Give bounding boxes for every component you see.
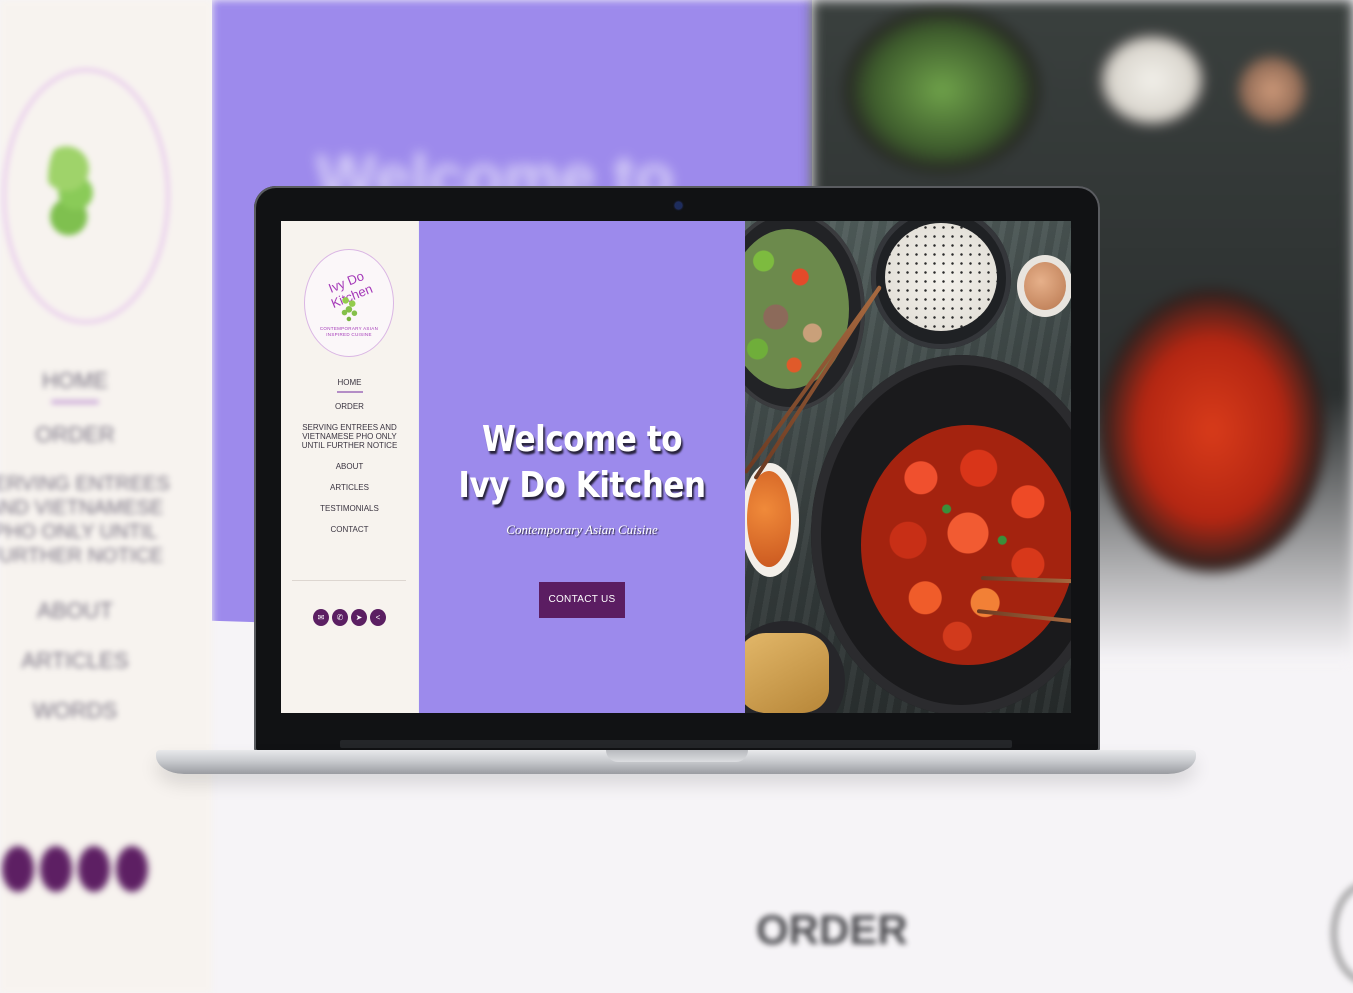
laptop-hinge [340, 740, 1012, 748]
background-nav-item: ABOUT [37, 598, 113, 623]
hero-food-photo [745, 221, 1071, 713]
nav-item-testimonials[interactable]: TESTIMONIALS [295, 504, 405, 513]
background-nav-item: WORDS [32, 698, 118, 723]
phone-icon[interactable]: ✆ [332, 609, 348, 626]
logo-tagline: CONTEMPORARY ASIAN INSPIRED CUISINE [319, 326, 379, 337]
background-logo-sprig [48, 140, 94, 236]
main-nav: HOME ORDER SERVING ENTREES AND VIETNAMES… [281, 378, 418, 546]
sauce-cup-image [1017, 255, 1071, 317]
nav-item-home[interactable]: HOME [295, 378, 405, 393]
nav-item-contact[interactable]: CONTACT [295, 525, 405, 534]
laptop-screen: Ivy Do Kitchen CONTEMPORARY ASIAN INSPIR… [281, 221, 1071, 713]
background-social-icons [2, 846, 148, 892]
location-icon[interactable]: ➤ [351, 609, 367, 626]
background-badge [1330, 880, 1353, 986]
site-logo[interactable]: Ivy Do Kitchen CONTEMPORARY ASIAN INSPIR… [304, 249, 394, 357]
nav-item-about[interactable]: ABOUT [295, 462, 405, 471]
background-nav-item: ORDER [35, 422, 115, 447]
contact-us-button[interactable]: CONTACT US [539, 582, 625, 618]
nav-item-articles[interactable]: ARTICLES [295, 483, 405, 492]
social-links: ✉ ✆ ➤ < [313, 609, 386, 626]
background-order-heading: ORDER [756, 906, 908, 953]
background-nav: HOME ORDER SERVING ENTREES AND VIETNAMES… [0, 368, 170, 748]
hero-title-line-1: Welcome to [481, 419, 683, 460]
background-nav-item: HOME [42, 368, 108, 393]
share-icon[interactable]: < [370, 609, 386, 626]
email-icon[interactable]: ✉ [313, 609, 329, 626]
sidebar: Ivy Do Kitchen CONTEMPORARY ASIAN INSPIR… [281, 221, 418, 713]
nav-item-serving-notice[interactable]: SERVING ENTREES AND VIETNAMESE PHO ONLY … [295, 423, 405, 450]
camera-icon [675, 202, 682, 209]
sidebar-divider [292, 580, 406, 581]
background-sidebar: HOME ORDER SERVING ENTREES AND VIETNAMES… [0, 0, 212, 993]
background-nav-item: SERVING ENTREES AND VIETNAMESE PHO ONLY … [0, 473, 170, 567]
logo-leaf-icon [339, 294, 361, 326]
hero-title-line-2: Ivy Do Kitchen [458, 465, 706, 506]
hero-panel: Welcome to Ivy Do Kitchen Contemporary A… [419, 221, 745, 713]
background-nav-item: ARTICLES [21, 648, 129, 673]
hero-title: Welcome to Ivy Do Kitchen [442, 417, 722, 509]
laptop-notch [606, 750, 748, 762]
hero-subtitle: Contemporary Asian Cuisine [506, 522, 658, 537]
laptop-base [156, 750, 1196, 774]
nav-item-order[interactable]: ORDER [295, 402, 405, 411]
background-nav-underline [51, 400, 99, 404]
